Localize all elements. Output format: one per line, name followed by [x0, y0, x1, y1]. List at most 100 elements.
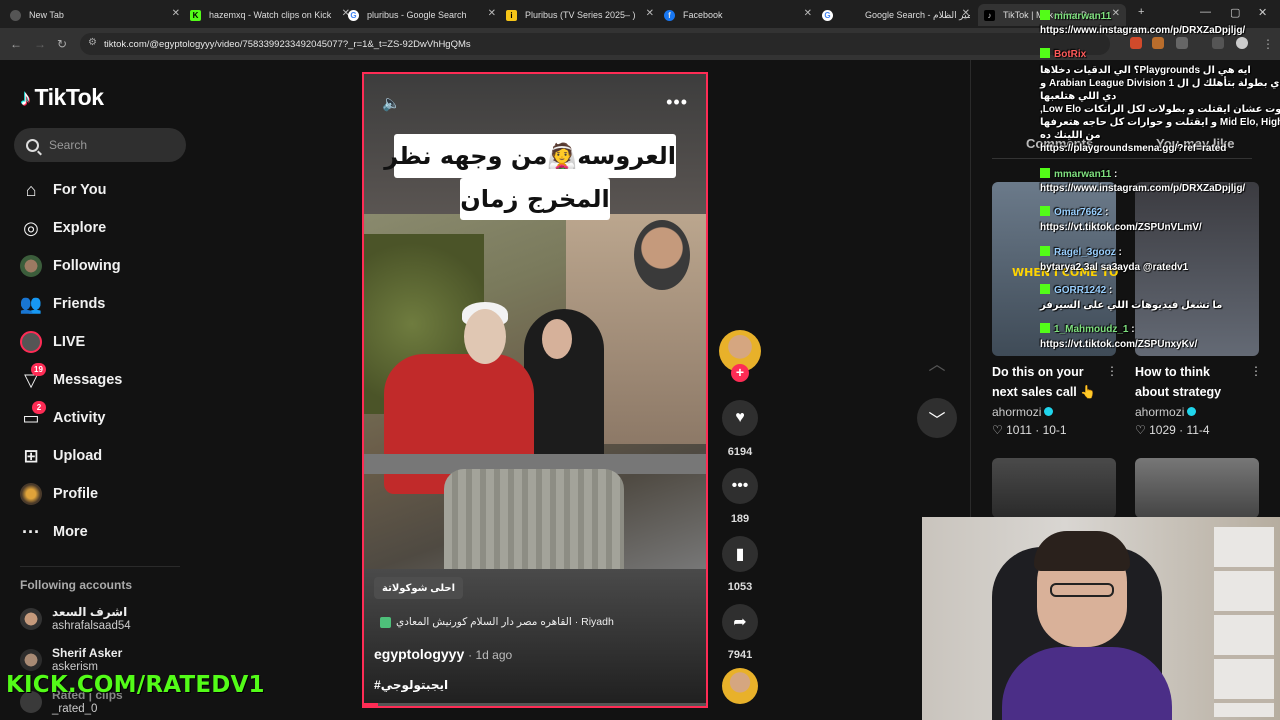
search-input[interactable]: Search [14, 128, 186, 162]
close-tab-icon[interactable]: ✕ [172, 8, 180, 19]
new-tab-icon[interactable]: + [1138, 6, 1144, 18]
chat-message: bytarya2 3al sa3ayda @ratedv1 [1040, 262, 1189, 273]
like-count: 1011 [1006, 423, 1032, 437]
scene-chair [444, 469, 624, 569]
webcam-shirt [1002, 647, 1172, 720]
reload-icon[interactable]: ↻ [57, 37, 67, 51]
tab-google-pluribus[interactable]: G pluribus - Google Search ✕ [348, 4, 496, 26]
extension-icon[interactable] [1152, 37, 1164, 49]
sidebar-item-label: Upload [53, 448, 103, 464]
location-text: القاهره مصر دار السلام كورنيش المعادي · … [396, 616, 614, 628]
like-button[interactable]: ♥ [722, 400, 758, 436]
close-tab-icon[interactable]: ✕ [962, 8, 970, 19]
maximize-icon[interactable]: ▢ [1230, 6, 1240, 19]
chat-message: Mid Elo, High Elo و ايقتلت و حوارات كل ح… [1040, 117, 1280, 128]
sidebar-item-activity[interactable]: ▭ 2 Activity [20, 401, 105, 432]
sidebar-item-more[interactable]: ··· More [20, 518, 88, 546]
more-options-icon[interactable]: ⋮ [1106, 364, 1118, 378]
sidebar-item-label: More [53, 524, 88, 540]
video-player[interactable]: العروسه👰من وجهه نظر المخرج زمان 🔈 ••• اح… [362, 72, 708, 708]
sidebar-item-friends[interactable]: 👥 Friends [20, 290, 106, 318]
video-meta: ♡ 1011 · 10-1 [992, 423, 1067, 437]
sidebar-item-profile[interactable]: Profile [20, 480, 98, 508]
chat-message: من اللينك ده [1040, 130, 1101, 141]
sidebar-item-label: Profile [53, 486, 99, 502]
chat-username: mmarwan11 [1054, 11, 1112, 22]
like-count: 1029 [1149, 423, 1176, 437]
close-tab-icon[interactable]: ✕ [488, 8, 496, 19]
webcam-glasses [1050, 583, 1114, 597]
chat-message: ما تشغل فيديوهات اللي على السيرفر [1040, 300, 1223, 311]
video-author[interactable]: egyptologyyy · 1d ago [374, 646, 512, 662]
sidebar-item-messages[interactable]: ▽ 19 Messages [20, 363, 122, 394]
facebook-icon: f [664, 9, 675, 21]
tab-new-tab[interactable]: New Tab ✕ [10, 4, 180, 26]
video-hashtag[interactable]: #ايجبتولوجي [374, 678, 448, 692]
profile-avatar-icon[interactable] [1236, 37, 1248, 49]
sidebar-icon[interactable] [1212, 37, 1224, 49]
close-tab-icon[interactable]: ✕ [1112, 8, 1120, 19]
sidebar-item-for-you[interactable]: ⌂ For You [20, 176, 107, 204]
tab-kick[interactable]: K hazemxq - Watch clips on Kick ✕ [190, 4, 350, 26]
globe-icon [10, 9, 21, 21]
close-tab-icon[interactable]: ✕ [804, 8, 812, 19]
verified-icon [1187, 407, 1197, 416]
bookmark-button[interactable]: ▮ [722, 536, 758, 572]
tab-google-search[interactable]: G Google Search - امير الظلام ✕ [822, 4, 970, 26]
location-tag[interactable]: القاهره مصر دار السلام كورنيش المعادي · … [380, 616, 614, 628]
music-disc-avatar[interactable] [722, 668, 758, 704]
site-info-icon[interactable]: ⚙ [88, 37, 97, 48]
search-placeholder: Search [49, 138, 88, 152]
webcam-shelf [1214, 527, 1274, 717]
tab-imdb[interactable]: i Pluribus (TV Series 2025– ) - IMDb ✕ [506, 4, 654, 26]
share-button[interactable]: ➦ [722, 604, 758, 640]
video-title[interactable]: How to think about strategy [1135, 362, 1245, 402]
previous-video-button[interactable]: ︿ [917, 342, 957, 382]
next-video-button[interactable]: ﹀ [917, 398, 957, 438]
video-meta: ♡ 1029 · 11-4 [1135, 423, 1210, 437]
video-author[interactable]: ahormozi [992, 405, 1054, 419]
comment-button[interactable]: ••• [722, 468, 758, 504]
kick-badge-icon [1040, 206, 1050, 216]
scene-woman-face [542, 319, 572, 359]
chat-message: Ragel_3gooz : [1040, 246, 1122, 259]
search-icon [26, 138, 39, 152]
following-account[interactable]: Sherif Asker askerism [20, 646, 122, 674]
bell-icon: ▭ 2 [20, 401, 46, 429]
tiktok-logo[interactable]: ♪ TikTok [20, 84, 104, 111]
sidebar-item-upload[interactable]: ⊞ Upload [20, 442, 102, 470]
comment-count: 189 [730, 513, 750, 525]
sidebar-item-following[interactable]: Following [20, 252, 121, 280]
more-options-icon[interactable]: ⋮ [1250, 364, 1262, 378]
address-bar[interactable]: ⚙ tiktok.com/@egyptologyyy/video/7583399… [80, 33, 1110, 55]
follow-plus-icon[interactable]: + [731, 364, 749, 382]
like-count: 6194 [727, 446, 753, 458]
video-thumbnail[interactable] [1135, 458, 1259, 518]
video-thumbnail[interactable] [992, 458, 1116, 518]
video-title[interactable]: Do this on your next sales call 👆 [992, 362, 1102, 402]
extension-icon[interactable] [1130, 37, 1142, 49]
back-icon[interactable]: ← [10, 37, 22, 51]
minimize-icon[interactable]: — [1200, 6, 1211, 18]
music-pill[interactable]: احلى شوكولاتة [374, 577, 464, 599]
chat-message: https://www.instagram.com/p/DRXZaDpjljg/ [1040, 183, 1246, 194]
sidebar-item-explore[interactable]: ◎ Explore [20, 214, 106, 242]
close-tab-icon[interactable]: ✕ [646, 8, 654, 19]
author-name: egyptologyyy [374, 646, 465, 662]
following-account[interactable]: اشرف السعد ashrafalsaad54 [20, 605, 131, 633]
menu-kebab-icon[interactable]: ⋮ [1262, 37, 1274, 51]
chat-message: https://playgroundsmena.gg/?ref=rated [1040, 143, 1227, 154]
kick-badge-icon [1040, 168, 1050, 178]
video-progress-bar[interactable] [364, 703, 706, 706]
close-window-icon[interactable]: ✕ [1258, 6, 1267, 19]
kick-badge-icon [1040, 10, 1050, 20]
volume-icon[interactable]: 🔈 [382, 94, 401, 112]
sidebar-item-live[interactable]: LIVE [20, 328, 85, 356]
video-author[interactable]: ahormozi [1135, 405, 1197, 419]
forward-icon[interactable]: → [34, 37, 46, 51]
avatar-icon [20, 483, 42, 505]
more-options-icon[interactable]: ••• [666, 92, 688, 113]
extensions-puzzle-icon[interactable] [1176, 37, 1188, 49]
location-pin-icon [380, 616, 391, 628]
tab-facebook[interactable]: f Facebook ✕ [664, 4, 812, 26]
